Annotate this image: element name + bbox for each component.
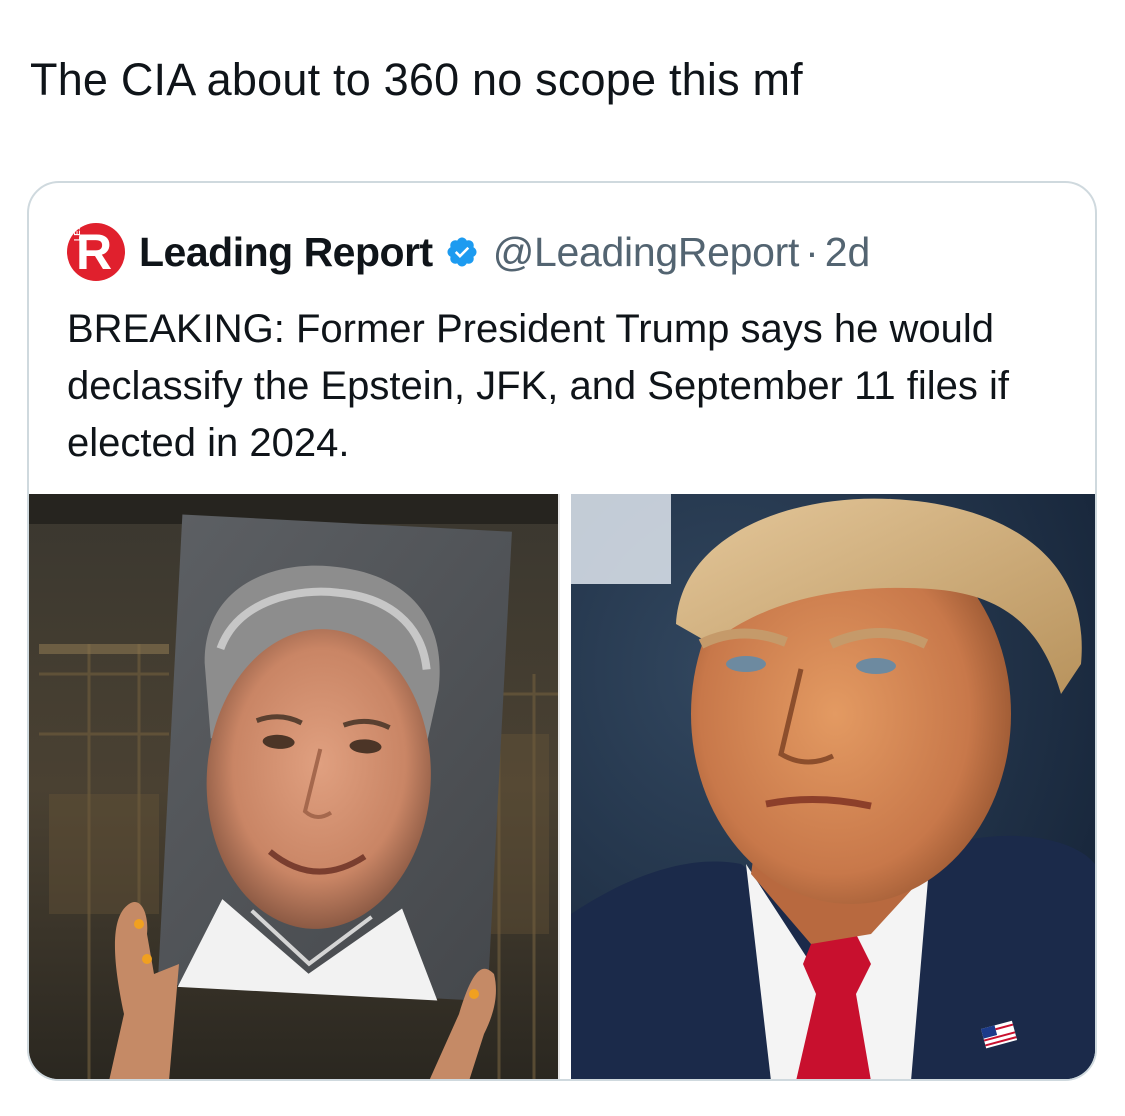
avatar-sub-label: LEADING — [73, 223, 82, 241]
quoted-tweet-text: BREAKING: Former President Trump says he… — [67, 307, 1009, 465]
tweet-timestamp[interactable]: 2d — [825, 229, 871, 276]
media-divider — [558, 494, 571, 1079]
quoted-tweet-card[interactable]: R LEADING Leading Report @LeadingReport … — [27, 181, 1097, 1081]
author-handle[interactable]: @LeadingReport — [493, 229, 800, 276]
meta-separator: · — [805, 228, 819, 275]
quoted-tweet-header: R LEADING Leading Report @LeadingReport … — [67, 223, 870, 281]
author-name[interactable]: Leading Report — [139, 229, 433, 276]
verified-badge-icon — [445, 235, 479, 269]
post-container: The CIA about to 360 no scope this mf R … — [0, 0, 1125, 1116]
media-grid — [29, 494, 1095, 1079]
media-image-left[interactable] — [29, 494, 558, 1079]
avatar[interactable]: R LEADING — [67, 223, 125, 281]
post-caption: The CIA about to 360 no scope this mf — [30, 54, 803, 105]
media-image-right[interactable] — [571, 494, 1095, 1079]
